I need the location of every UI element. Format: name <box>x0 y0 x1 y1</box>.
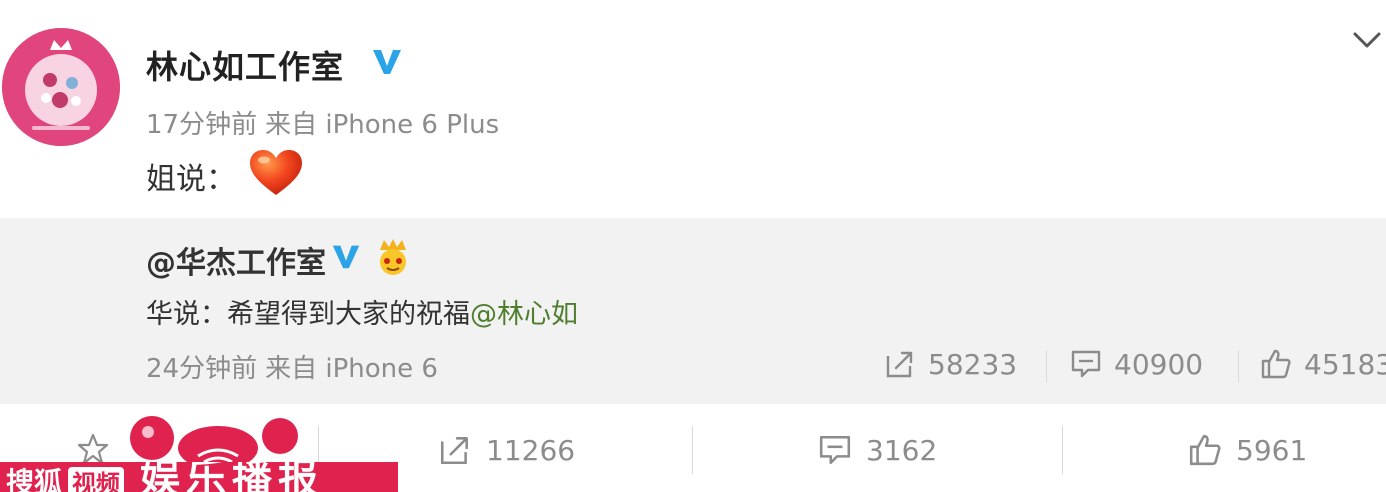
repost-author[interactable]: @华杰工作室 <box>146 238 326 282</box>
comment-button[interactable]: 3162 <box>818 430 937 470</box>
repost-time[interactable]: 24分钟前 <box>146 354 257 384</box>
mention-link[interactable]: @林心如 <box>470 299 578 330</box>
avatar-image <box>2 28 120 146</box>
action-divider <box>318 426 319 474</box>
author-name[interactable]: 林心如工作室 <box>146 42 344 88</box>
action-divider <box>1062 426 1063 474</box>
repost-meta: 24分钟前 来自 iPhone 6 <box>146 348 438 385</box>
repost-like-count[interactable]: 45183 <box>1260 346 1386 382</box>
repost-source: 来自 iPhone 6 <box>265 354 438 384</box>
repost-comment-value: 40900 <box>1114 347 1204 381</box>
like-count: 5961 <box>1236 433 1308 467</box>
verified-v-icon <box>332 245 360 269</box>
post-text: 姐说： <box>146 162 236 197</box>
forward-count: 11266 <box>486 433 576 467</box>
stat-divider <box>1238 350 1239 382</box>
thumbs-up-icon <box>1189 434 1221 466</box>
action-divider <box>692 426 693 474</box>
action-bar: 11266 3162 5961 <box>0 404 1386 492</box>
heart-emoji-icon <box>250 150 302 195</box>
repost-text-body: 华说：希望得到大家的祝福 <box>146 299 470 330</box>
thumbs-up-icon <box>1261 349 1291 379</box>
reposted-weibo[interactable]: @华杰工作室 华说：希望得到大家的祝福@林心如 24分钟前 来自 iPhone 6… <box>0 218 1386 404</box>
repost-forward-count[interactable]: 58233 <box>884 346 1017 382</box>
repost-forward-value: 58233 <box>928 347 1018 381</box>
repost-text: 华说：希望得到大家的祝福@林心如 <box>146 292 578 331</box>
weibo-post-card: 林心如工作室 17分钟前来自 iPhone 6 Plus 姐说： @华杰工作室 <box>0 0 1386 492</box>
crown-face-badge-icon <box>380 239 406 275</box>
forward-icon <box>440 437 468 465</box>
chevron-down-icon[interactable] <box>1352 28 1382 52</box>
verified-v-icon <box>373 50 401 74</box>
comment-count: 3162 <box>866 433 938 467</box>
post-source: 来自 iPhone 6 Plus <box>265 110 500 140</box>
forward-icon <box>886 351 913 378</box>
repost-comment-count[interactable]: 40900 <box>1070 346 1203 382</box>
comment-icon <box>819 435 851 465</box>
star-icon[interactable] <box>76 432 110 466</box>
stat-divider <box>1046 350 1047 382</box>
comment-icon <box>1071 350 1101 378</box>
post-meta: 17分钟前 来自 iPhone 6 Plus <box>146 104 499 141</box>
forward-button[interactable]: 11266 <box>438 430 575 470</box>
repost-like-value: 45183 <box>1304 347 1386 381</box>
author-avatar[interactable] <box>2 28 120 146</box>
like-button[interactable]: 5961 <box>1188 430 1307 470</box>
post-time[interactable]: 17分钟前 <box>146 110 257 140</box>
